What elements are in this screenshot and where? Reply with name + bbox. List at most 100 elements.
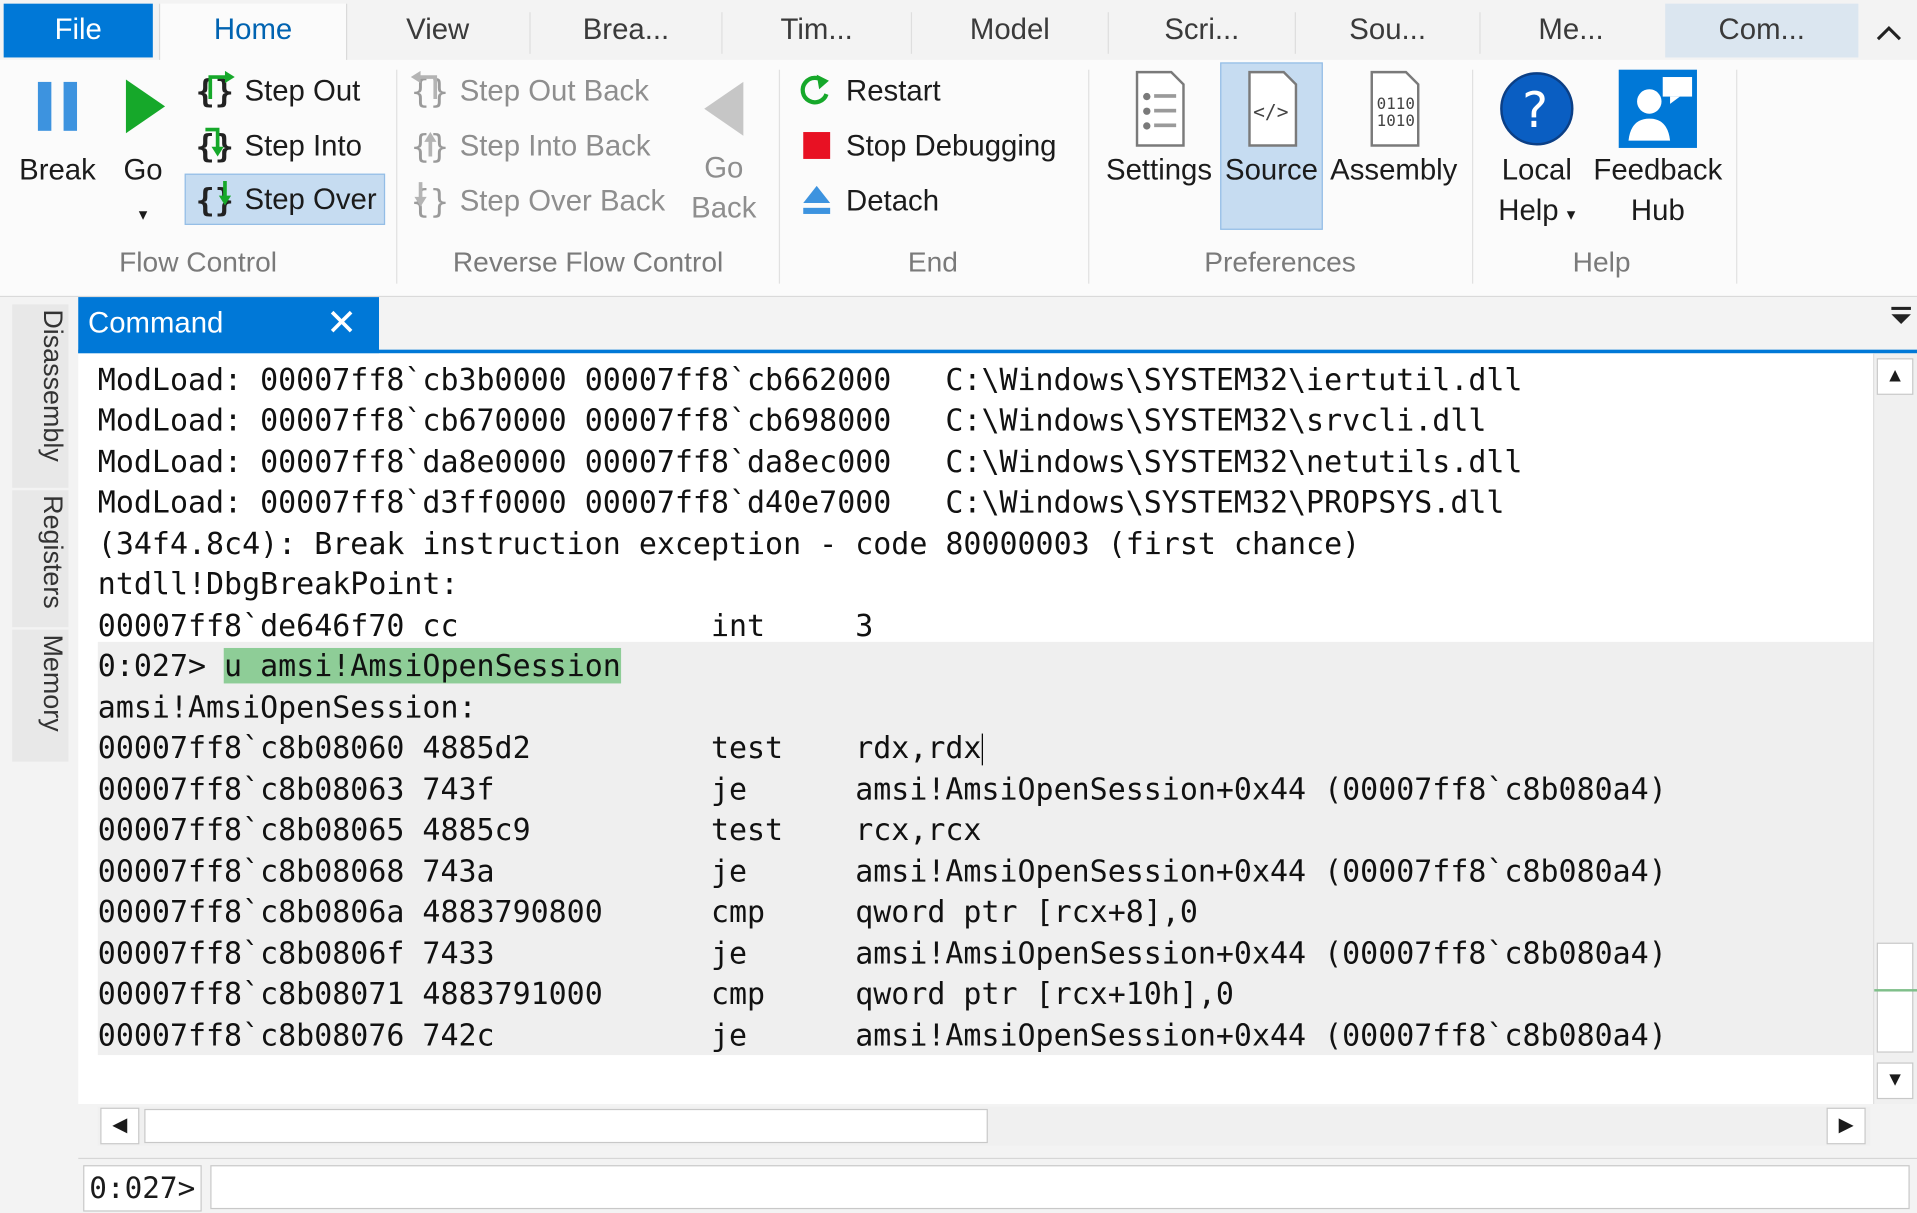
feedback-hub-label-line2: Hub <box>1630 194 1685 228</box>
step-into-icon: {} <box>196 127 234 165</box>
svg-text:?: ? <box>1522 82 1548 139</box>
detach-button[interactable]: Detach <box>795 176 939 227</box>
svg-text:</>: </> <box>1253 101 1288 124</box>
tab-scripting[interactable]: Scri... <box>1109 4 1295 58</box>
tab-memory[interactable]: Me... <box>1481 4 1662 58</box>
input-prompt: 0:027> <box>83 1165 202 1212</box>
restart-button[interactable]: Restart <box>795 66 941 117</box>
command-output[interactable]: ModLoad: 00007ff8`cb3b0000 00007ff8`cb66… <box>78 353 1874 1105</box>
settings-button[interactable]: Settings <box>1103 70 1215 191</box>
window-options-icon[interactable] <box>1890 302 1912 334</box>
stop-debugging-label: Stop Debugging <box>846 129 1057 163</box>
prompt-prefix: 0:027> <box>97 647 225 684</box>
side-tool-tabs: Disassembly Registers Memory <box>0 297 79 1212</box>
feedback-hub-icon <box>1618 69 1697 148</box>
eject-icon <box>803 185 831 214</box>
scroll-right-button[interactable]: ▶ <box>1826 1107 1866 1145</box>
local-help-label-line1: Local <box>1501 154 1572 188</box>
vertical-scroll-thumb[interactable] <box>1876 942 1914 1053</box>
side-tab-disassembly[interactable]: Disassembly <box>12 304 69 488</box>
binary-document-icon: 0110 1010 <box>1370 70 1420 147</box>
step-into-label: Step Into <box>244 129 362 163</box>
help-group-label: Help <box>1572 245 1631 278</box>
go-button[interactable]: Go ▾ <box>110 75 176 235</box>
side-tab-registers[interactable]: Registers <box>12 490 69 628</box>
step-over-back-icon: {} <box>411 181 449 220</box>
stop-icon <box>803 131 831 159</box>
command-tab[interactable]: Command ✕ <box>78 297 380 354</box>
tab-home[interactable]: Home <box>158 3 348 62</box>
output-line: 00007ff8`c8b0806f 7433 je amsi!AmsiOpenS… <box>97 935 1667 971</box>
stop-debugging-button[interactable]: Stop Debugging <box>795 121 1057 172</box>
svg-text:1010: 1010 <box>1377 111 1415 130</box>
horizontal-scrollbar[interactable]: ◀ ▶ <box>97 1106 1871 1146</box>
output-line: 00007ff8`c8b08071 4883791000 cmp qword p… <box>97 975 1234 1012</box>
command-window-header: Command ✕ <box>78 297 1917 354</box>
source-button[interactable]: </> Source <box>1220 62 1323 230</box>
settings-document-icon <box>1135 70 1185 147</box>
scroll-up-button[interactable]: ▲ <box>1876 358 1914 395</box>
command-input-row: 0:027> <box>78 1157 1917 1213</box>
step-out-button[interactable]: {} Step Out <box>186 66 368 117</box>
step-out-back-button[interactable]: {} Step Out Back <box>408 66 649 117</box>
output-line: 00007ff8`c8b08065 4885c9 test rcx,rcx <box>97 811 982 848</box>
feedback-hub-button[interactable]: Feedback Hub <box>1592 67 1724 231</box>
source-label: Source <box>1225 154 1318 188</box>
help-icon: ? <box>1500 72 1574 146</box>
output-line: ModLoad: 00007ff8`d3ff0000 00007ff8`d40e… <box>97 484 1505 520</box>
output-line: 00007ff8`c8b08060 4885d2 test rdx,rdx <box>98 727 983 767</box>
break-button[interactable]: Break <box>12 75 102 191</box>
step-into-back-icon: {} <box>411 129 449 165</box>
tab-command[interactable]: Com... <box>1665 3 1859 58</box>
step-into-back-label: Step Into Back <box>459 129 651 163</box>
scroll-down-button[interactable]: ▼ <box>1876 1062 1914 1100</box>
detach-label: Detach <box>846 184 940 218</box>
local-help-label-line2: Help <box>1498 194 1559 228</box>
tab-time-travel[interactable]: Tim... <box>723 4 911 58</box>
horizontal-scroll-thumb[interactable] <box>144 1108 988 1144</box>
chevron-up-icon <box>1876 25 1902 41</box>
reverse-flow-group-label: Reverse Flow Control <box>452 245 724 278</box>
output-line: 00007ff8`c8b08068 743a je amsi!AmsiOpenS… <box>97 853 1667 889</box>
break-label: Break <box>19 154 96 188</box>
output-line: ntdll!DbgBreakPoint: <box>97 566 459 602</box>
disasm-text: 00007ff8`c8b08060 4885d2 test rdx,rdx <box>97 729 982 766</box>
command-tab-title: Command <box>88 306 224 340</box>
step-over-back-button[interactable]: {} Step Over Back <box>408 176 665 227</box>
go-back-button[interactable]: Go Back <box>680 77 768 229</box>
restart-icon <box>800 74 829 105</box>
close-icon[interactable]: ✕ <box>326 297 357 351</box>
prompt-echo-line: 0:027> u amsi!AmsiOpenSession <box>98 646 621 686</box>
tab-model[interactable]: Model <box>912 4 1108 58</box>
vertical-scrollbar[interactable]: ▲ ▼ <box>1873 353 1917 1105</box>
local-help-dropdown-caret[interactable]: ▾ <box>1567 204 1576 224</box>
output-line: 00007ff8`c8b0806a 4883790800 cmp qword p… <box>97 893 1198 930</box>
output-line: 00007ff8`c8b08063 743f je amsi!AmsiOpenS… <box>97 771 1667 807</box>
output-line: ModLoad: 00007ff8`cb670000 00007ff8`cb69… <box>97 402 1487 438</box>
reverse-play-icon <box>704 81 744 136</box>
tab-source[interactable]: Sou... <box>1296 4 1479 58</box>
tab-view[interactable]: View <box>346 4 529 58</box>
step-over-button[interactable]: {} Step Over <box>184 173 386 225</box>
step-into-button[interactable]: {} Step Into <box>186 121 369 172</box>
tab-breakpoints[interactable]: Brea... <box>531 4 722 58</box>
output-line: ModLoad: 00007ff8`da8e0000 00007ff8`da8e… <box>97 443 1523 480</box>
pause-icon <box>37 81 78 131</box>
tab-file[interactable]: File <box>3 3 153 58</box>
output-line: 00007ff8`c8b08076 742c je amsi!AmsiOpenS… <box>97 1017 1667 1053</box>
step-over-back-label: Step Over Back <box>459 184 666 218</box>
step-out-back-icon: {} <box>410 70 449 110</box>
command-input[interactable] <box>210 1165 1910 1210</box>
side-tab-memory[interactable]: Memory <box>12 629 69 762</box>
entered-command: u amsi!AmsiOpenSession <box>224 647 621 684</box>
scroll-left-button[interactable]: ◀ <box>100 1107 140 1145</box>
local-help-button[interactable]: ? Local Help ▾ <box>1484 70 1589 235</box>
ribbon-tab-bar: File Home View Brea... Tim... Model Scri… <box>0 0 1917 62</box>
assembly-button[interactable]: 0110 1010 Assembly <box>1328 70 1460 191</box>
go-dropdown-caret[interactable]: ▾ <box>139 204 148 224</box>
restart-label: Restart <box>846 74 941 108</box>
step-over-label: Step Over <box>244 183 377 217</box>
step-into-back-button[interactable]: {} Step Into Back <box>408 121 651 172</box>
collapse-ribbon-button[interactable] <box>1864 10 1913 54</box>
settings-label: Settings <box>1106 154 1213 188</box>
